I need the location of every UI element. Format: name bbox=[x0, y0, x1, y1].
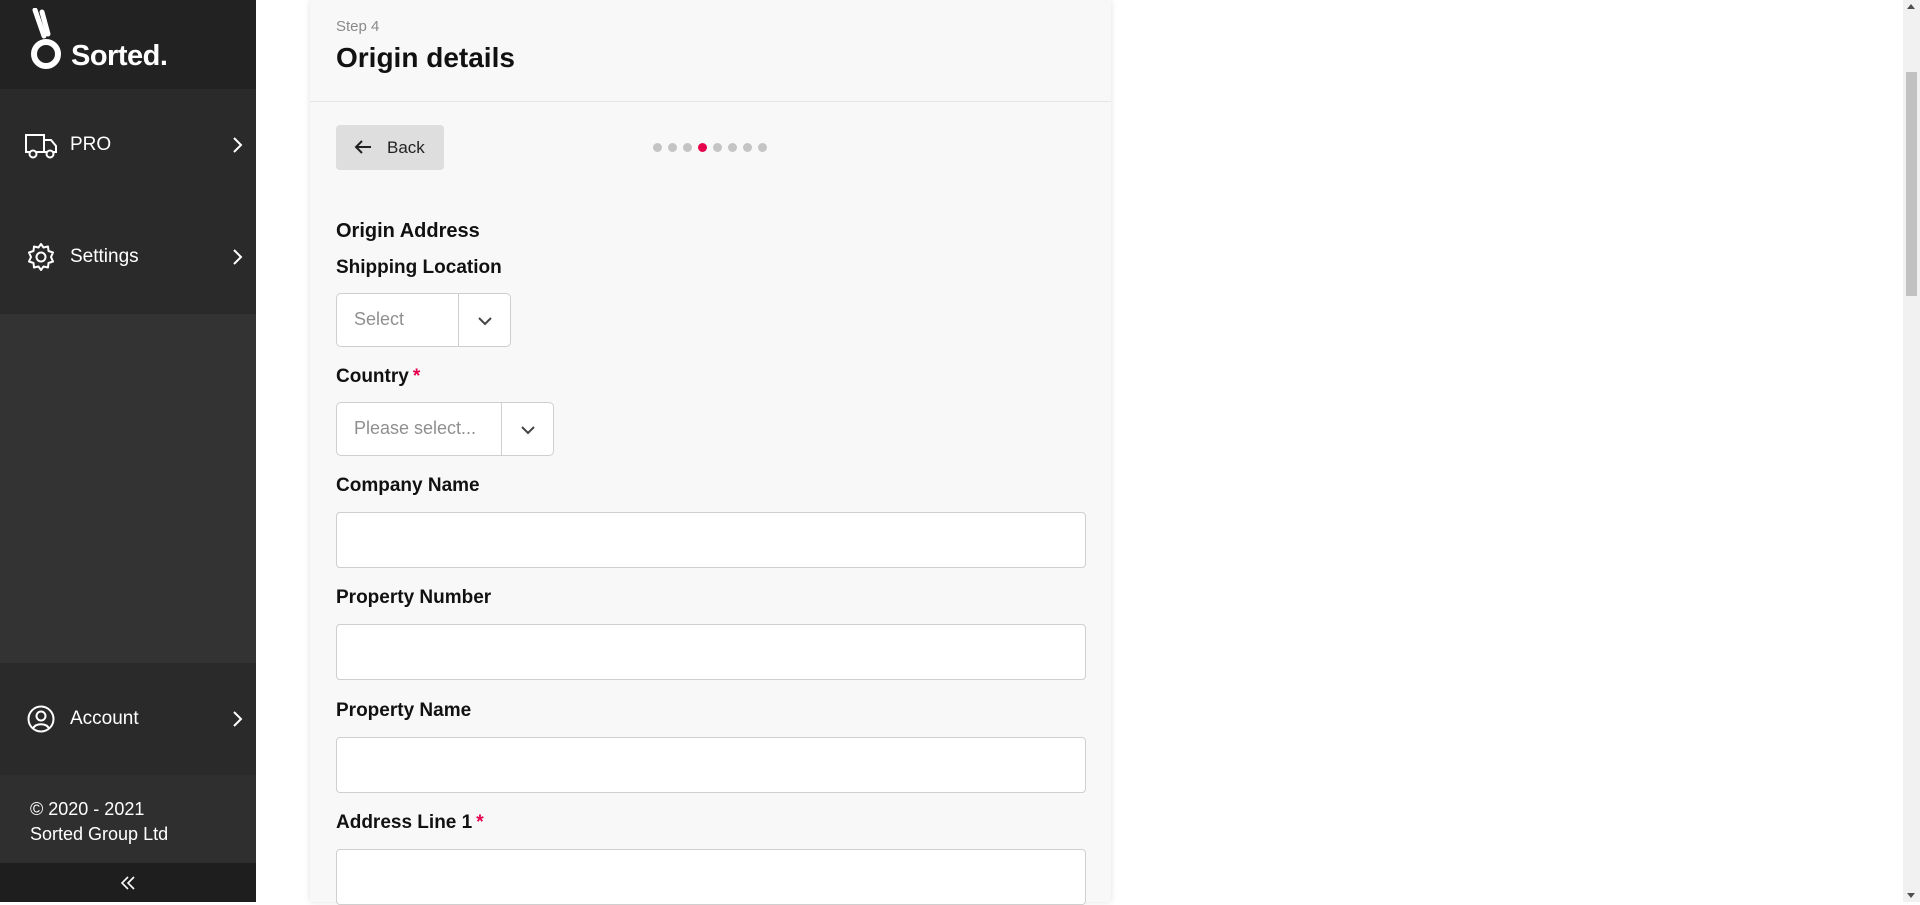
address-line-1-label: Address Line 1 * bbox=[336, 812, 484, 834]
truck-icon bbox=[24, 128, 58, 162]
required-mark: * bbox=[412, 366, 421, 387]
select-divider bbox=[458, 294, 459, 346]
shipping-location-placeholder: Select bbox=[354, 309, 405, 329]
back-button[interactable]: Back bbox=[336, 125, 444, 170]
company-name-label: Company Name bbox=[336, 475, 480, 496]
chevron-right-icon bbox=[233, 249, 243, 265]
logo-text: Sorted. bbox=[71, 40, 168, 72]
step-progress-dots bbox=[653, 143, 767, 152]
company-name-input[interactable] bbox=[336, 512, 1086, 568]
copyright: © 2020 - 2021 Sorted Group Ltd bbox=[0, 775, 256, 863]
nav-account: Account bbox=[0, 663, 256, 775]
user-circle-icon bbox=[24, 702, 58, 736]
shipping-location-select[interactable]: Select bbox=[336, 293, 511, 347]
country-select[interactable]: Please select... bbox=[336, 402, 554, 456]
nav-main: PRO Settings bbox=[0, 89, 256, 314]
section-title-origin-address: Origin Address bbox=[336, 220, 480, 242]
required-mark: * bbox=[476, 812, 484, 833]
property-name-input[interactable] bbox=[336, 737, 1086, 793]
step-label: Step 4 bbox=[336, 18, 380, 35]
copyright-years: © 2020 - 2021 bbox=[30, 799, 145, 819]
back-button-label: Back bbox=[387, 138, 425, 157]
chevron-right-icon bbox=[233, 711, 243, 727]
chevron-down-icon bbox=[478, 317, 492, 326]
shipping-location-label: Shipping Location bbox=[336, 257, 502, 278]
card-header: Step 4 Origin details bbox=[310, 0, 1111, 102]
step-dot bbox=[743, 143, 752, 152]
step-dot-current bbox=[698, 143, 707, 152]
page-scrollbar[interactable] bbox=[1903, 0, 1920, 902]
address-line-1-input[interactable] bbox=[336, 849, 1086, 905]
sidebar-item-settings[interactable]: Settings bbox=[0, 227, 256, 287]
address-line-1-label-text: Address Line 1 bbox=[336, 812, 473, 833]
brand-logo[interactable]: Sorted. bbox=[0, 0, 256, 89]
step-dot bbox=[758, 143, 767, 152]
origin-details-card: Step 4 Origin details Back Origin Addres… bbox=[310, 0, 1111, 905]
step-dot bbox=[653, 143, 662, 152]
copyright-company: Sorted Group Ltd bbox=[30, 824, 169, 844]
sidebar-item-account[interactable]: Account bbox=[0, 689, 256, 749]
sidebar: Sorted. PRO Settings Account © 2020 - 20… bbox=[0, 0, 256, 902]
sidebar-item-label: Settings bbox=[70, 246, 139, 267]
arrow-left-icon bbox=[354, 140, 371, 154]
step-dot bbox=[683, 143, 692, 152]
sidebar-item-pro[interactable]: PRO bbox=[0, 115, 256, 175]
select-divider bbox=[501, 403, 502, 455]
step-dot bbox=[728, 143, 737, 152]
country-label-text: Country bbox=[336, 366, 409, 387]
chevron-down-icon bbox=[521, 426, 535, 435]
gear-icon bbox=[24, 240, 58, 274]
collapse-sidebar-button[interactable] bbox=[0, 863, 256, 902]
sidebar-item-label: PRO bbox=[70, 134, 112, 155]
scroll-down-arrow-icon[interactable] bbox=[1907, 893, 1915, 898]
sidebar-item-label: Account bbox=[70, 708, 139, 729]
step-dot bbox=[713, 143, 722, 152]
country-placeholder: Please select... bbox=[354, 418, 477, 438]
scroll-up-arrow-icon[interactable] bbox=[1907, 4, 1915, 9]
chevron-right-icon bbox=[233, 137, 243, 153]
scroll-thumb[interactable] bbox=[1906, 72, 1917, 296]
property-number-label: Property Number bbox=[336, 587, 492, 608]
country-label: Country * bbox=[336, 366, 420, 388]
property-number-input[interactable] bbox=[336, 624, 1086, 680]
property-name-label: Property Name bbox=[336, 700, 472, 721]
step-dot bbox=[668, 143, 677, 152]
sorted-logo-icon bbox=[31, 8, 61, 69]
double-chevron-left-icon bbox=[120, 875, 135, 890]
page-title: Origin details bbox=[336, 42, 515, 73]
